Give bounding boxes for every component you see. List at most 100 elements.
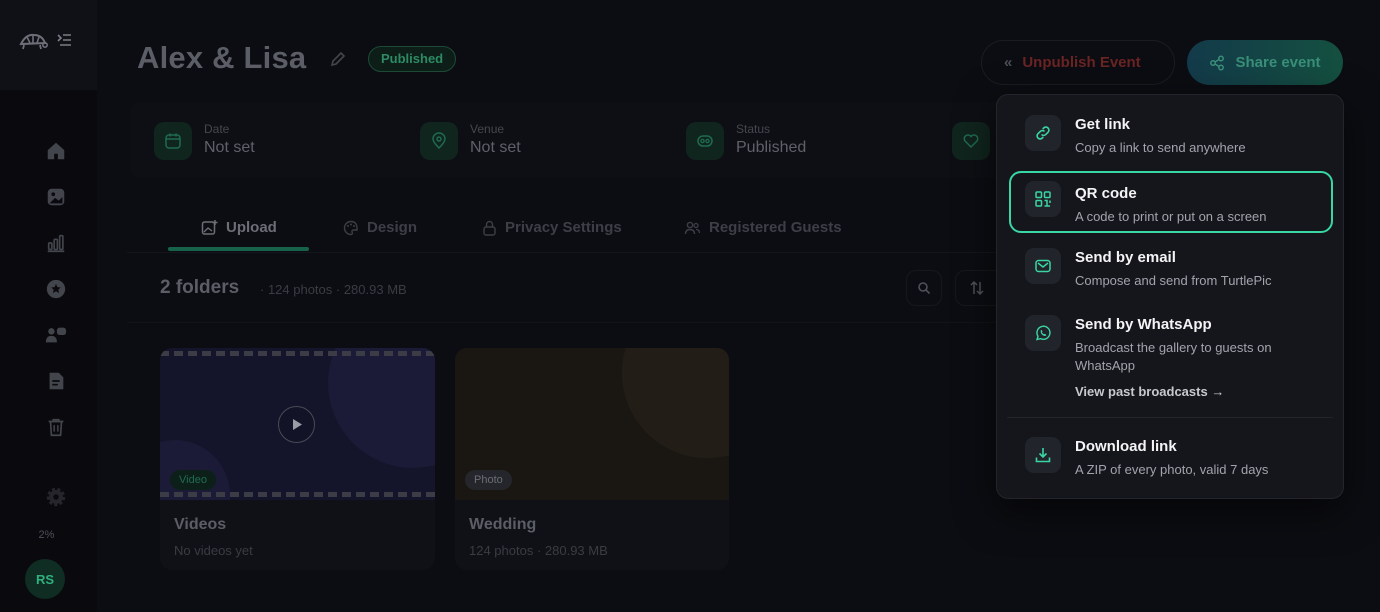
- page-title: Alex & Lisa: [137, 40, 307, 75]
- menu-item-qr-code[interactable]: QR code A code to print or put on a scre…: [1009, 171, 1333, 233]
- users-icon: [684, 221, 701, 234]
- info-value: Not set: [470, 139, 521, 156]
- lock-icon: [483, 220, 496, 236]
- tab-upload[interactable]: Upload: [201, 219, 277, 236]
- sidebar-item-documents[interactable]: [44, 369, 68, 393]
- avatar[interactable]: RS: [25, 559, 65, 599]
- film-strip-bottom: [160, 492, 435, 497]
- users-icon: [45, 327, 67, 343]
- heart-icon: [952, 122, 990, 160]
- sidebar-item-home[interactable]: [44, 139, 68, 163]
- info-date[interactable]: Date Not set: [154, 122, 255, 160]
- collapse-sidebar-icon[interactable]: [56, 32, 72, 48]
- active-tab-indicator: [168, 247, 309, 251]
- folders-meta: · 124 photos · 280.93 MB: [260, 282, 407, 297]
- palette-icon: [343, 220, 358, 235]
- share-menu: Get link Copy a link to send anywhere QR…: [996, 94, 1344, 499]
- sidebar-item-settings[interactable]: [44, 485, 68, 509]
- folder-name: Videos: [174, 516, 227, 533]
- link-icon: [1025, 115, 1061, 151]
- sidebar-item-gallery[interactable]: [44, 185, 68, 209]
- menu-item-desc: Broadcast the gallery to guests on Whats…: [1075, 340, 1272, 373]
- play-icon: [292, 419, 302, 430]
- event-tabs: Upload Design Privacy Settings Registere…: [127, 205, 997, 253]
- search-button[interactable]: [906, 270, 942, 306]
- folder-thumbnail: Video: [160, 348, 435, 500]
- menu-divider: [1007, 417, 1333, 418]
- menu-item-desc: A ZIP of every photo, valid 7 days: [1075, 462, 1269, 477]
- info-venue[interactable]: Venue Not set: [420, 122, 521, 160]
- play-button[interactable]: [278, 406, 315, 443]
- tab-label: Privacy Settings: [505, 219, 622, 236]
- whatsapp-icon: [1025, 315, 1061, 351]
- unpublish-event-button[interactable]: « Unpublish Event: [981, 40, 1175, 85]
- upload-image-icon: [201, 220, 218, 235]
- sidebar-item-guests[interactable]: [44, 323, 68, 347]
- turtle-logo-icon[interactable]: [18, 30, 48, 52]
- sidebar-item-favorites[interactable]: [44, 277, 68, 301]
- unpublish-label: Unpublish Event: [1022, 54, 1141, 71]
- sidebar: 2% RS: [0, 0, 97, 612]
- status-badge: Published: [368, 46, 457, 72]
- map-pin-icon: [420, 122, 458, 160]
- menu-item-download-link[interactable]: Download link A ZIP of every photo, vali…: [1009, 430, 1333, 488]
- menu-item-title: Download link: [1075, 438, 1177, 455]
- home-icon: [47, 142, 65, 160]
- share-icon: [1210, 55, 1225, 70]
- sort-icon: [969, 280, 984, 296]
- decor-circle: [622, 348, 729, 458]
- menu-item-get-link[interactable]: Get link Copy a link to send anywhere: [1009, 108, 1333, 166]
- chevrons-left-icon: «: [1004, 54, 1013, 71]
- folders-count: 2 folders: [160, 277, 240, 298]
- folder-card-wedding[interactable]: Photo Wedding 124 photos · 280.93 MB: [455, 348, 729, 570]
- menu-item-title: Send by email: [1075, 249, 1176, 266]
- share-event-button[interactable]: Share event: [1187, 40, 1343, 85]
- gear-icon: [46, 487, 66, 507]
- edit-title-icon[interactable]: [329, 50, 347, 68]
- mail-icon: [1025, 248, 1061, 284]
- info-label: Status: [736, 122, 771, 136]
- info-value: Published: [736, 139, 807, 156]
- calendar-icon: [154, 122, 192, 160]
- info-status[interactable]: Status Published: [686, 122, 806, 160]
- sidebar-item-trash[interactable]: [44, 415, 68, 439]
- menu-item-title: Send by WhatsApp: [1075, 316, 1212, 333]
- tab-label: Registered Guests: [709, 219, 842, 236]
- image-icon: [47, 188, 65, 206]
- menu-item-send-email[interactable]: Send by email Compose and send from Turt…: [1009, 241, 1333, 299]
- info-value: Not set: [204, 139, 255, 156]
- tab-registered-guests[interactable]: Registered Guests: [684, 219, 842, 236]
- brand-area: [0, 0, 97, 90]
- tab-design[interactable]: Design: [343, 219, 417, 236]
- folder-type-tag: Video: [170, 470, 216, 490]
- view-past-broadcasts-link[interactable]: View past broadcasts →: [1075, 384, 1224, 399]
- decor-circle: [328, 348, 435, 468]
- menu-item-send-whatsapp[interactable]: Send by WhatsApp Broadcast the gallery t…: [1009, 308, 1333, 408]
- sort-button[interactable]: [955, 270, 997, 306]
- menu-item-desc: Copy a link to send anywhere: [1075, 140, 1246, 155]
- folder-subtitle: No videos yet: [174, 543, 253, 558]
- tab-privacy-settings[interactable]: Privacy Settings: [482, 219, 622, 236]
- bar-chart-icon: [47, 234, 65, 253]
- search-icon: [918, 282, 931, 295]
- star-icon: [46, 279, 66, 299]
- share-label: Share event: [1235, 54, 1321, 71]
- folder-type-tag: Photo: [465, 470, 512, 490]
- info-label: Date: [204, 122, 230, 136]
- menu-item-desc: A code to print or put on a screen: [1075, 209, 1267, 224]
- info-label: Venue: [470, 122, 505, 136]
- download-icon: [1025, 437, 1061, 473]
- tab-label: Upload: [226, 219, 277, 236]
- menu-item-desc: Compose and send from TurtlePic: [1075, 273, 1272, 288]
- event-info-bar: Date Not set Venue Not set Status Publis…: [130, 102, 1010, 178]
- folder-name: Wedding: [469, 516, 537, 533]
- storage-usage: 2%: [38, 529, 55, 541]
- qr-code-icon: [1025, 181, 1061, 217]
- trash-icon: [48, 418, 64, 437]
- sidebar-item-analytics[interactable]: [44, 231, 68, 255]
- info-favorites[interactable]: [952, 122, 990, 160]
- folder-thumbnail: Photo: [455, 348, 729, 500]
- tab-label: Design: [367, 219, 418, 236]
- folder-card-videos[interactable]: Video Videos No videos yet: [160, 348, 435, 570]
- divider: [127, 322, 997, 323]
